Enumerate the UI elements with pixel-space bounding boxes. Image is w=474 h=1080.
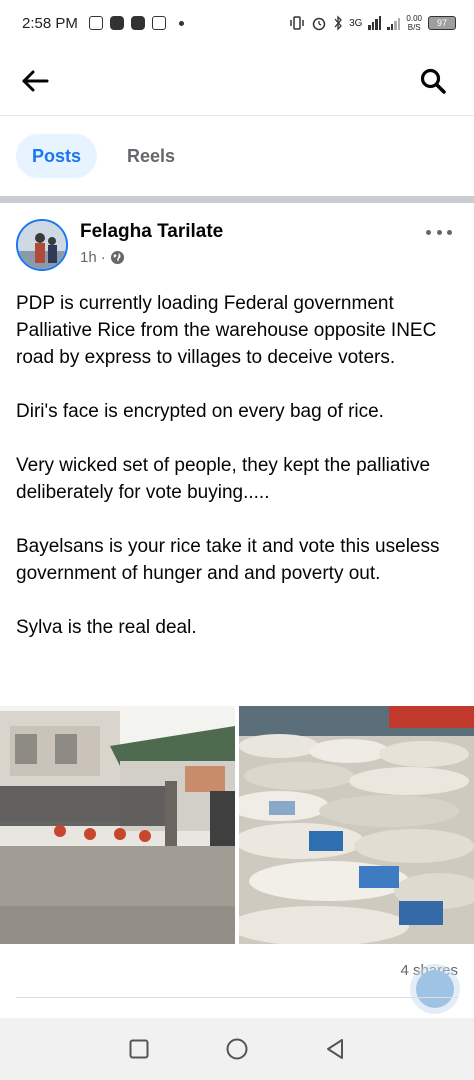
battery-icon: 97 (428, 16, 456, 30)
avatar[interactable] (16, 219, 68, 271)
messenger-icon (130, 16, 145, 30)
status-time: 2:58 PM (22, 14, 78, 32)
recents-button[interactable] (126, 1036, 152, 1062)
signal-icon-2 (387, 16, 401, 30)
more-options-button[interactable] (426, 225, 452, 239)
network-type: 3G (349, 17, 363, 29)
warehouse-image (0, 706, 235, 944)
post-time[interactable]: 1h (80, 249, 97, 266)
status-right: 3G 0.00 B/S 97 (289, 14, 456, 32)
tab-reels-label: Reels (127, 145, 176, 166)
instagram-icon-2 (151, 16, 166, 30)
tab-reels[interactable]: Reels (111, 134, 191, 178)
post-paragraph: PDP is currently loading Federal governm… (16, 293, 437, 368)
bluetooth-icon (334, 15, 342, 31)
section-divider (0, 196, 474, 203)
search-button[interactable] (416, 64, 450, 98)
globe-icon (110, 250, 124, 265)
more-dot-icon (426, 229, 431, 235)
square-icon (129, 1039, 149, 1059)
status-left: 2:58 PM (22, 15, 184, 32)
photo-rice-bags[interactable] (239, 706, 474, 944)
post-text: PDP is currently loading Federal governm… (16, 290, 464, 641)
footer-divider (16, 997, 458, 998)
post-header: Felagha Tarilate 1h · (0, 203, 474, 285)
fab-inner (416, 970, 454, 1008)
arrow-left-icon (22, 70, 49, 91)
instagram-icon (88, 16, 103, 30)
post-paragraph: Sylva is the real deal. (16, 617, 197, 638)
status-bar: 2:58 PM 3G 0.00 B/S 97 (0, 0, 474, 46)
profile-tabs: Posts Reels (0, 117, 474, 195)
photo-warehouse[interactable] (0, 706, 235, 944)
post-photos (0, 706, 474, 944)
rice-bags-image (239, 706, 474, 944)
android-nav-bar (0, 1018, 474, 1080)
avatar-image (18, 221, 66, 269)
post-meta: 1h · (80, 249, 125, 266)
more-dot-icon (436, 229, 442, 235)
floating-action-button[interactable] (410, 964, 460, 1014)
net-speed-value: 0.00 (406, 14, 422, 23)
alarm-icon (312, 17, 326, 31)
app-notification-icon (109, 16, 124, 30)
tab-posts-label: Posts (32, 145, 82, 166)
author-name[interactable]: Felagha Tarilate (80, 221, 223, 243)
net-speed: 0.00 B/S (406, 14, 422, 32)
net-speed-unit: B/S (407, 23, 421, 32)
search-icon (420, 68, 446, 94)
back-button[interactable] (18, 64, 52, 98)
more-notifications-icon (178, 20, 184, 26)
post-paragraph: Diri's face is encrypted on every bag of… (16, 401, 384, 422)
post-paragraph: Bayelsans is your rice take it and vote … (16, 536, 440, 584)
top-nav (0, 46, 474, 116)
battery-level: 97 (436, 18, 447, 28)
circle-icon (226, 1038, 248, 1060)
vibrate-icon (290, 16, 304, 30)
triangle-back-icon (327, 1039, 343, 1059)
home-button[interactable] (224, 1036, 250, 1062)
meta-separator: · (100, 249, 106, 266)
system-back-button[interactable] (322, 1036, 348, 1062)
signal-icon (368, 16, 382, 30)
post-paragraph: Very wicked set of people, they kept the… (16, 455, 431, 503)
tab-posts[interactable]: Posts (16, 134, 98, 178)
more-dot-icon (447, 229, 452, 235)
